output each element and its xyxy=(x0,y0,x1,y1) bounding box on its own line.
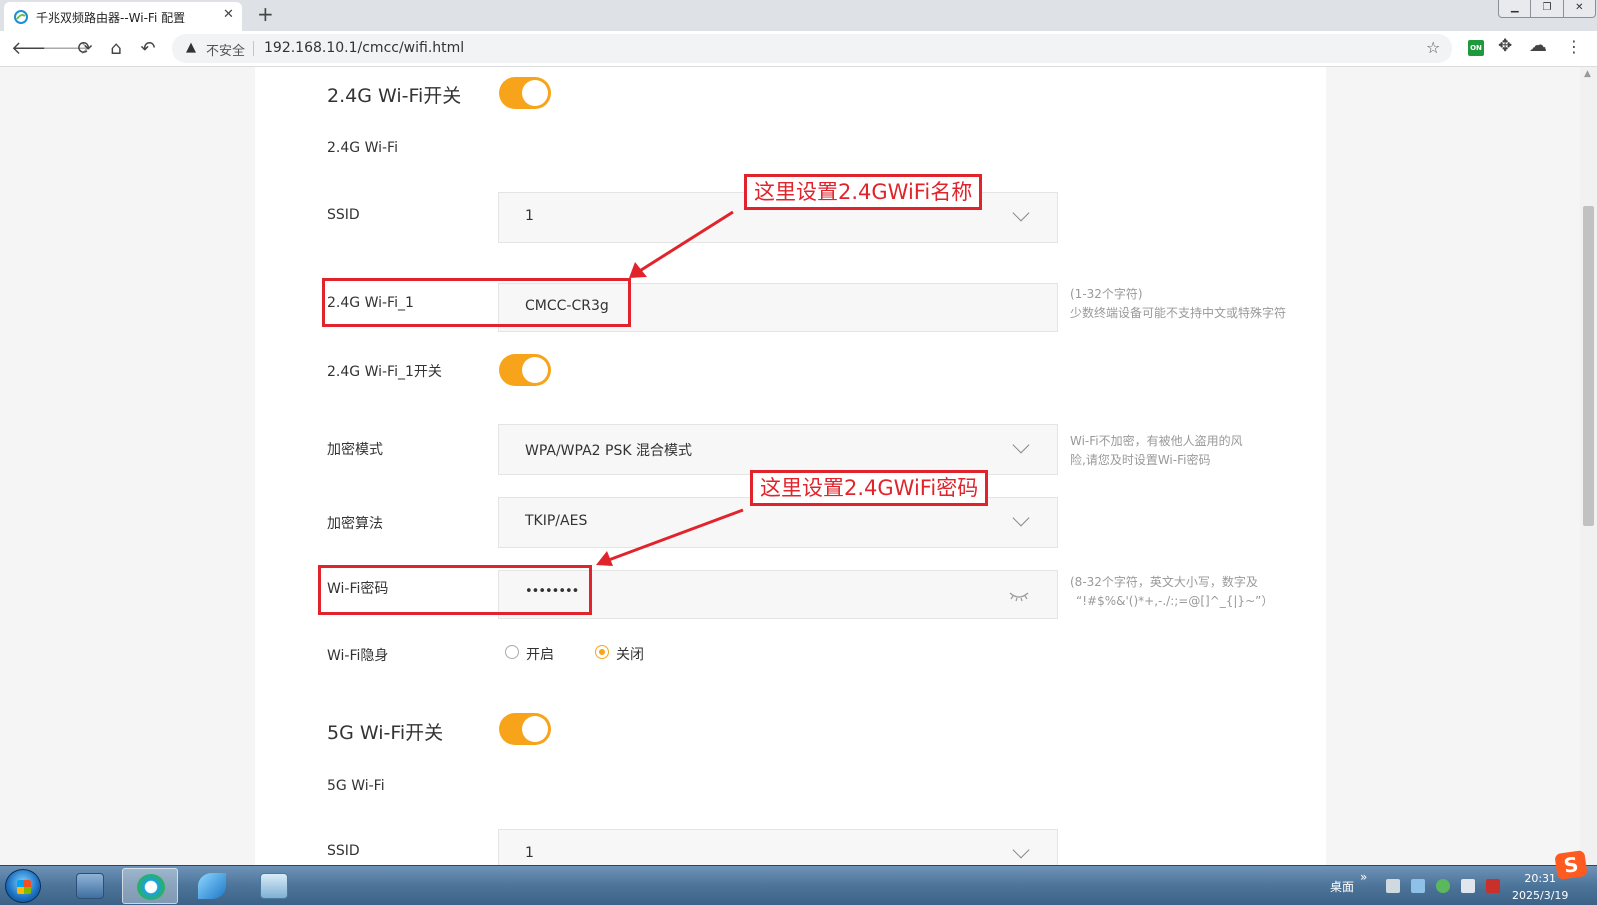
network-icon[interactable] xyxy=(1486,879,1500,893)
scroll-up-icon[interactable]: ▲ xyxy=(1584,69,1591,79)
volume-icon[interactable] xyxy=(1461,879,1475,893)
display-icon[interactable] xyxy=(1411,879,1425,893)
taskbar-computer[interactable] xyxy=(62,868,118,904)
reload-icon[interactable]: ⟳ xyxy=(74,38,96,60)
password-arrow xyxy=(596,508,744,566)
menu-icon[interactable]: ⋮ xyxy=(1566,37,1582,56)
taskbar: 桌面 » 20:31 2025/3/19 xyxy=(0,865,1597,905)
url-text[interactable]: 192.168.10.1/cmcc/wifi.html xyxy=(264,40,464,56)
address-bar[interactable]: ▲ 不安全 192.168.10.1/cmcc/wifi.html ☆ xyxy=(172,34,1452,63)
cloud-download-icon[interactable]: ☁ xyxy=(1529,35,1547,56)
taskbar-feather[interactable] xyxy=(184,868,240,904)
tab-active[interactable]: 千兆双频路由器--Wi-Fi 配置 ✕ xyxy=(4,2,242,31)
keyboard-icon[interactable] xyxy=(1386,879,1400,893)
extensions-puzzle-icon[interactable]: ✥ xyxy=(1498,36,1512,56)
computer-icon xyxy=(76,873,104,899)
vertical-scrollbar[interactable]: ▲ xyxy=(1580,67,1597,865)
page-viewport: 2.4G Wi-Fi开关 2.4G Wi-Fi SSID 1 2.4G Wi-F… xyxy=(0,67,1580,865)
tab-strip: 千兆双频路由器--Wi-Fi 配置 ✕ + ▁ ❐ ✕ xyxy=(0,0,1597,31)
feather-icon xyxy=(198,873,226,899)
divider xyxy=(253,41,254,56)
warning-icon[interactable]: ▲ xyxy=(186,40,196,55)
taskbar-editor[interactable] xyxy=(246,868,302,904)
security-label[interactable]: 不安全 xyxy=(206,40,245,59)
close-icon[interactable]: ✕ xyxy=(223,7,234,22)
windows-logo-icon xyxy=(17,880,31,894)
forward-arrow-icon[interactable]: 🡒 xyxy=(42,38,90,60)
annotation-arrows xyxy=(596,210,744,566)
start-button[interactable] xyxy=(5,869,41,903)
bookmark-star-icon[interactable]: ☆ xyxy=(1426,38,1440,57)
taskbar-browser[interactable] xyxy=(122,868,178,904)
editor-icon xyxy=(260,873,288,899)
cmcc-logo-icon xyxy=(14,10,28,24)
window-close-icon[interactable]: ✕ xyxy=(1564,0,1595,17)
minimize-icon[interactable]: ▁ xyxy=(1499,0,1532,17)
tab-title: 千兆双频路由器--Wi-Fi 配置 xyxy=(36,11,186,25)
ssid-name-arrow xyxy=(629,210,734,278)
chevron-right-icon[interactable]: » xyxy=(1360,870,1367,884)
extension-on-icon[interactable]: ON xyxy=(1468,40,1484,56)
restore-icon[interactable]: ❐ xyxy=(1531,0,1564,17)
back-arrow-icon[interactable]: 🡐 xyxy=(11,38,59,60)
security-shield-icon[interactable] xyxy=(1436,879,1450,893)
desktop-toolbar-label[interactable]: 桌面 xyxy=(1330,878,1354,895)
wifi-config-panel: 2.4G Wi-Fi开关 2.4G Wi-Fi SSID 1 2.4G Wi-F… xyxy=(255,67,1326,865)
ime-logo-icon[interactable]: S xyxy=(1554,850,1588,880)
home-icon[interactable]: ⌂ xyxy=(105,38,127,60)
scrollbar-thumb[interactable] xyxy=(1583,206,1594,526)
window-controls: ▁ ❐ ✕ xyxy=(1498,0,1596,18)
browser-icon xyxy=(137,874,165,900)
new-tab-button[interactable]: + xyxy=(257,3,274,25)
clock-date: 2025/3/19 xyxy=(1512,889,1569,902)
undo-icon[interactable]: ↶ xyxy=(137,38,159,60)
browser-toolbar: 🡐 🡒 ⟳ ⌂ ↶ ▲ 不安全 192.168.10.1/cmcc/wifi.h… xyxy=(0,31,1597,67)
